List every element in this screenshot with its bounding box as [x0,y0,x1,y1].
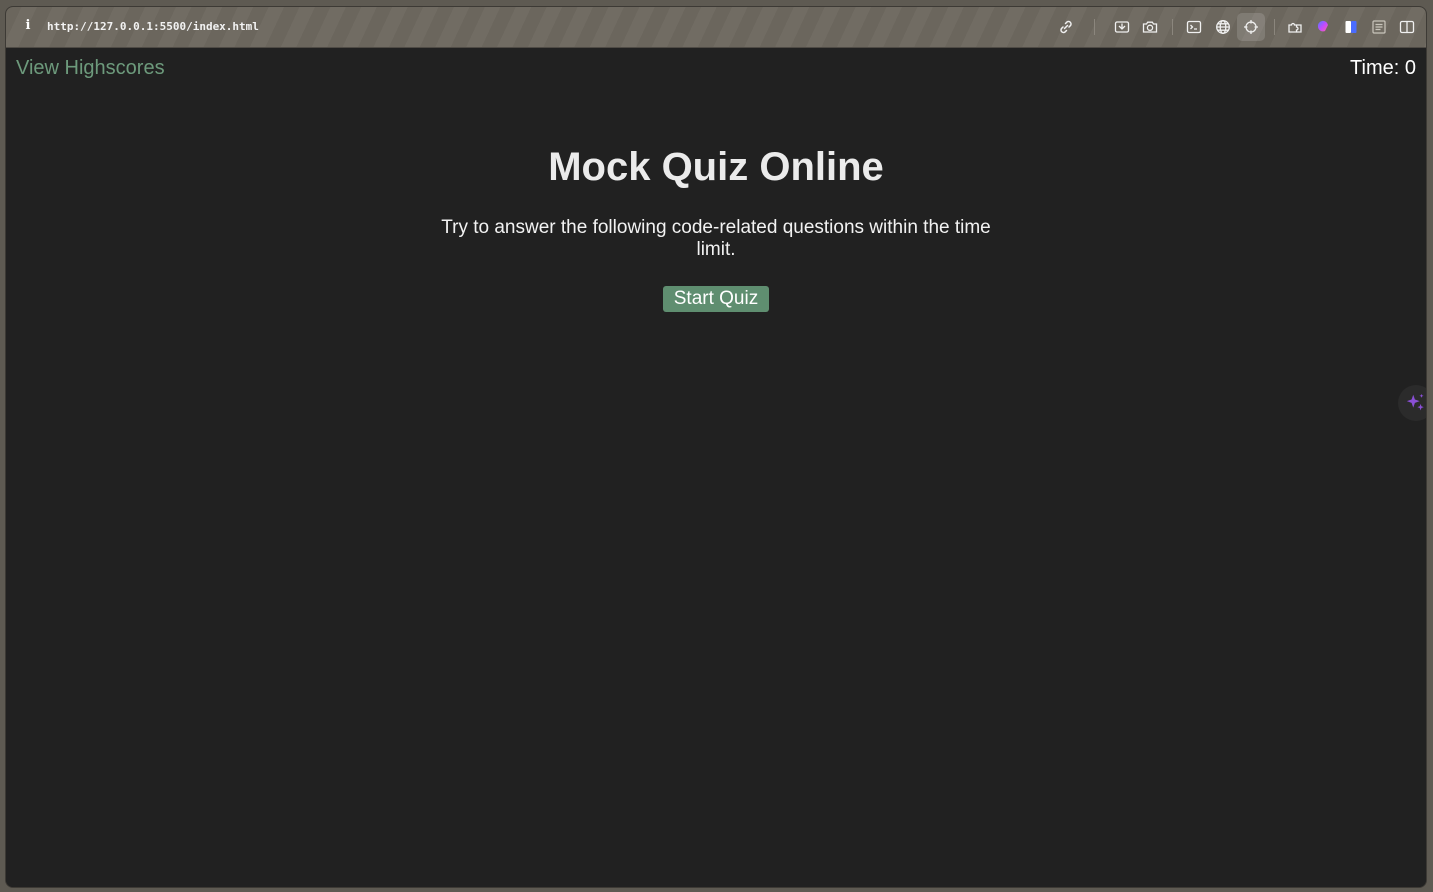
site-info-icon[interactable]: i [22,18,34,36]
colorful-extension-icon[interactable] [1313,17,1333,37]
extensions-icon[interactable] [1285,17,1305,37]
split-color-icon[interactable] [1341,17,1361,37]
crosshair-icon[interactable] [1237,13,1265,41]
timer-label: Time: [1350,57,1400,79]
terminal-icon[interactable] [1184,17,1204,37]
sidebar-icon[interactable] [1397,17,1417,37]
link-icon[interactable] [1056,17,1076,37]
timer: Time: 0 [1350,57,1416,80]
page-content: View Highscores Time: 0 Mock Quiz Online… [6,48,1426,887]
globe-icon[interactable] [1213,17,1233,37]
reader-icon[interactable] [1369,17,1389,37]
toolbar-separator [1274,19,1275,35]
browser-window: i http://127.0.0.1:5500/index.html View … [6,7,1426,887]
start-quiz-button[interactable]: Start Quiz [663,286,769,312]
screenshot-area-icon[interactable] [1112,17,1132,37]
page-title: Mock Quiz Online [548,145,884,189]
timer-value: 0 [1404,57,1416,79]
ai-assistant-button[interactable] [1398,385,1426,421]
sparkle-icon [1406,393,1424,411]
quiz-description: Try to answer the following code-related… [441,217,991,260]
browser-toolbar: i http://127.0.0.1:5500/index.html [6,7,1426,48]
camera-icon[interactable] [1140,17,1160,37]
toolbar-separator [1172,19,1173,35]
toolbar-separator [1094,19,1095,35]
address-bar[interactable]: http://127.0.0.1:5500/index.html [47,20,259,33]
view-highscores-link[interactable]: View Highscores [16,57,165,80]
